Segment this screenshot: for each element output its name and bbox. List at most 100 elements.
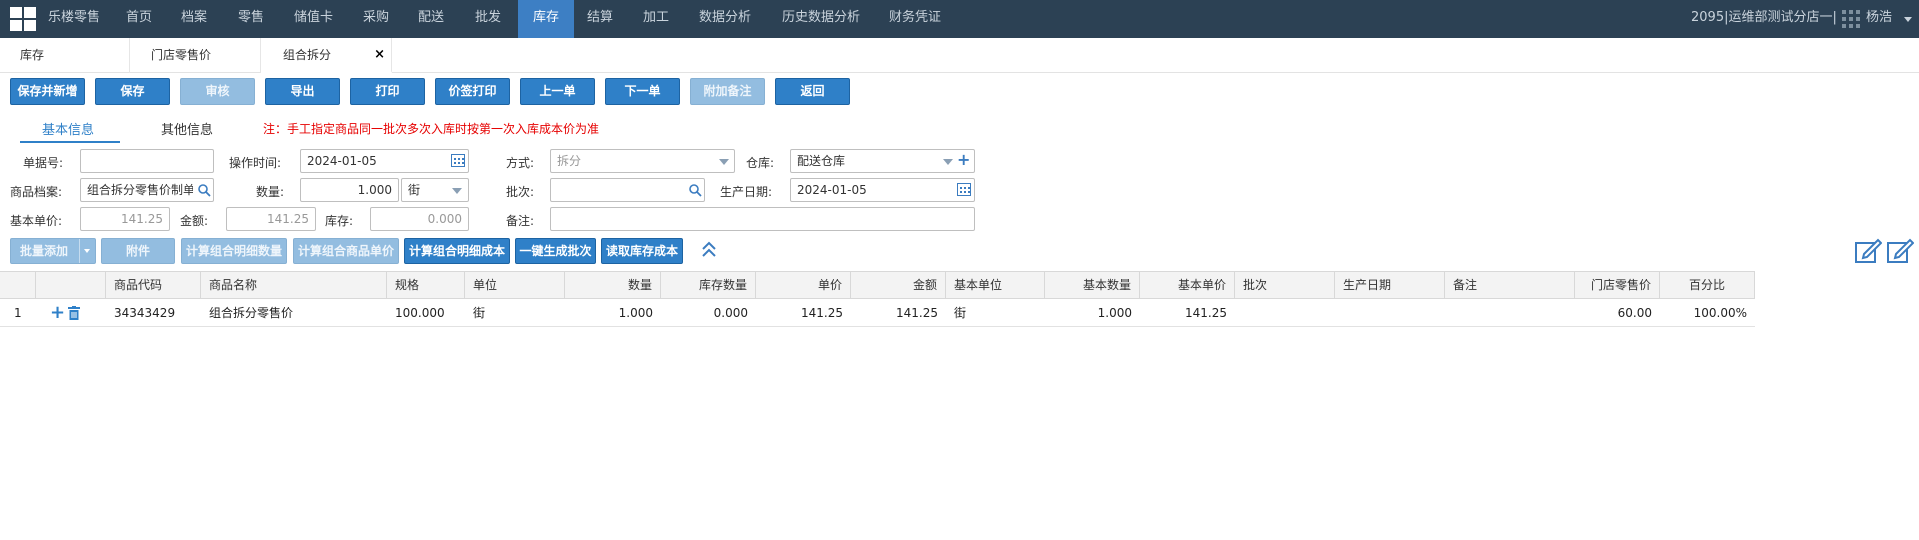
method-label: 方式: — [506, 156, 535, 170]
chevron-down-icon[interactable] — [84, 249, 90, 253]
cell-batch[interactable] — [1235, 299, 1335, 327]
prod-date-input[interactable]: 2024-01-05 — [790, 178, 975, 202]
cell-unit-price[interactable]: 141.25 — [756, 299, 851, 327]
calc-detail-cost-button[interactable]: 计算组合明细成本 — [404, 238, 510, 264]
attach-note-button[interactable]: 附加备注 — [690, 78, 765, 105]
next-order-button[interactable]: 下一单 — [605, 78, 680, 105]
unit-select[interactable]: 街 — [401, 178, 469, 202]
cell-base-qty: 1.000 — [1097, 306, 1132, 320]
save-button[interactable]: 保存 — [95, 78, 170, 105]
tab-basic-info[interactable]: 基本信息 — [42, 119, 94, 139]
col-qty[interactable]: 数量 — [565, 272, 661, 299]
calendar-icon[interactable] — [957, 183, 971, 196]
price-tag-print-button[interactable]: 价签打印 — [435, 78, 510, 105]
col-batch[interactable]: 批次 — [1235, 272, 1335, 299]
col-percent[interactable]: 百分比 — [1660, 272, 1755, 299]
op-time-input[interactable]: 2024-01-05 — [300, 149, 469, 173]
stock-input[interactable]: 0.000 — [370, 207, 469, 231]
edit-batch-icon[interactable] — [1886, 238, 1914, 264]
export-button[interactable]: 导出 — [265, 78, 340, 105]
cell-goods-name: 组合拆分零售价 — [209, 306, 294, 320]
col-base-unit[interactable]: 基本单位 — [946, 272, 1045, 299]
attachment-button[interactable]: 附件 — [101, 238, 175, 264]
read-stock-cost-button[interactable]: 读取库存成本 — [601, 238, 683, 264]
base-price-input[interactable]: 141.25 — [80, 207, 170, 231]
page-tab-combo-split[interactable]: 组合拆分 × — [261, 38, 392, 73]
col-store-price[interactable]: 门店零售价 — [1575, 272, 1660, 299]
brand-name[interactable]: 乐楼零售 — [48, 0, 100, 38]
delete-icon[interactable] — [68, 306, 80, 320]
nav-item-home[interactable]: 首页 — [126, 0, 152, 38]
collapse-up-icon[interactable] — [701, 241, 717, 259]
calendar-icon[interactable] — [451, 154, 465, 167]
nav-item-finance-voucher[interactable]: 财务凭证 — [889, 0, 941, 38]
cell-qty[interactable]: 1.000 — [565, 299, 661, 327]
col-unit[interactable]: 单位 — [465, 272, 565, 299]
approve-button[interactable]: 审核 — [180, 78, 255, 105]
col-goods-name[interactable]: 商品名称 — [201, 272, 387, 299]
nav-item-processing[interactable]: 加工 — [643, 0, 669, 38]
add-row-icon[interactable]: + — [50, 299, 65, 327]
detail-table-header: 商品代码 商品名称 规格 单位 数量 库存数量 单价 金额 基本单位 基本数量 … — [0, 271, 1755, 299]
goods-value: 组合拆分零售价制单 — [87, 183, 193, 197]
app-logo-icon[interactable] — [10, 7, 36, 31]
page-tab-inventory[interactable]: 库存 — [0, 38, 130, 73]
back-button[interactable]: 返回 — [775, 78, 850, 105]
table-row[interactable]: 1 + 34343429 组合拆分零售价 100.000 街 1.000 0.0… — [0, 299, 1755, 327]
previous-order-button[interactable]: 上一单 — [520, 78, 595, 105]
calc-combo-price-button[interactable]: 计算组合商品单价 — [293, 238, 399, 264]
cell-remark[interactable] — [1445, 299, 1575, 327]
cell-goods-code: 34343429 — [114, 306, 176, 320]
batch-input[interactable] — [550, 178, 705, 202]
col-base-qty[interactable]: 基本数量 — [1045, 272, 1140, 299]
add-icon[interactable]: + — [957, 150, 970, 171]
nav-item-wholesale[interactable]: 批发 — [475, 0, 501, 38]
apps-grid-icon[interactable] — [1842, 10, 1860, 28]
print-button[interactable]: 打印 — [350, 78, 425, 105]
tab-other-info[interactable]: 其他信息 — [161, 119, 213, 139]
remark-input[interactable] — [550, 207, 975, 231]
warehouse-label: 仓库: — [746, 156, 775, 170]
nav-item-purchase[interactable]: 采购 — [363, 0, 389, 38]
nav-item-stored-card[interactable]: 储值卡 — [294, 0, 333, 38]
col-prod-date[interactable]: 生产日期 — [1335, 272, 1445, 299]
search-icon[interactable] — [688, 183, 702, 197]
cell-stock-qty: 0.000 — [713, 306, 748, 320]
remark-label: 备注: — [506, 214, 535, 228]
page-tab-store-retail-price[interactable]: 门店零售价 — [130, 38, 261, 73]
amount-input[interactable]: 141.25 — [226, 207, 316, 231]
cell-prod-date[interactable] — [1335, 299, 1445, 327]
nav-item-archive[interactable]: 档案 — [181, 0, 207, 38]
col-amount[interactable]: 金额 — [851, 272, 946, 299]
nav-item-distribution[interactable]: 配送 — [418, 0, 444, 38]
save-and-new-button[interactable]: 保存并新增 — [10, 78, 85, 105]
goods-input[interactable]: 组合拆分零售价制单 — [80, 178, 214, 202]
goods-label: 商品档案: — [10, 185, 63, 199]
col-spec[interactable]: 规格 — [387, 272, 465, 299]
col-base-price[interactable]: 基本单价 — [1140, 272, 1235, 299]
order-no-input[interactable] — [80, 149, 214, 173]
cell-amount: 141.25 — [896, 306, 938, 320]
warehouse-select[interactable]: 配送仓库 + — [790, 149, 975, 173]
close-icon[interactable]: × — [374, 38, 385, 72]
qty-input[interactable]: 1.000 — [300, 178, 399, 202]
user-name[interactable]: 杨浩 — [1866, 0, 1892, 38]
cell-percent[interactable]: 100.00% — [1660, 299, 1755, 327]
edit-icon[interactable] — [1854, 238, 1882, 264]
nav-item-settlement[interactable]: 结算 — [587, 0, 613, 38]
col-goods-code[interactable]: 商品代码 — [106, 272, 201, 299]
search-icon[interactable] — [197, 183, 211, 197]
nav-item-retail[interactable]: 零售 — [238, 0, 264, 38]
col-unit-price[interactable]: 单价 — [756, 272, 851, 299]
method-select[interactable]: 拆分 — [550, 149, 735, 173]
batch-add-button[interactable]: 批量添加 — [10, 238, 96, 264]
user-menu-caret-icon[interactable] — [1904, 17, 1912, 22]
amount-label: 金额: — [180, 214, 209, 228]
calc-detail-qty-button[interactable]: 计算组合明细数量 — [181, 238, 287, 264]
nav-item-history-analysis[interactable]: 历史数据分析 — [782, 0, 860, 38]
generate-batch-button[interactable]: 一键生成批次 — [515, 238, 596, 264]
col-stock-qty[interactable]: 库存数量 — [661, 272, 756, 299]
nav-item-data-analysis[interactable]: 数据分析 — [699, 0, 751, 38]
col-remark[interactable]: 备注 — [1445, 272, 1575, 299]
nav-item-inventory[interactable]: 库存 — [518, 0, 574, 38]
